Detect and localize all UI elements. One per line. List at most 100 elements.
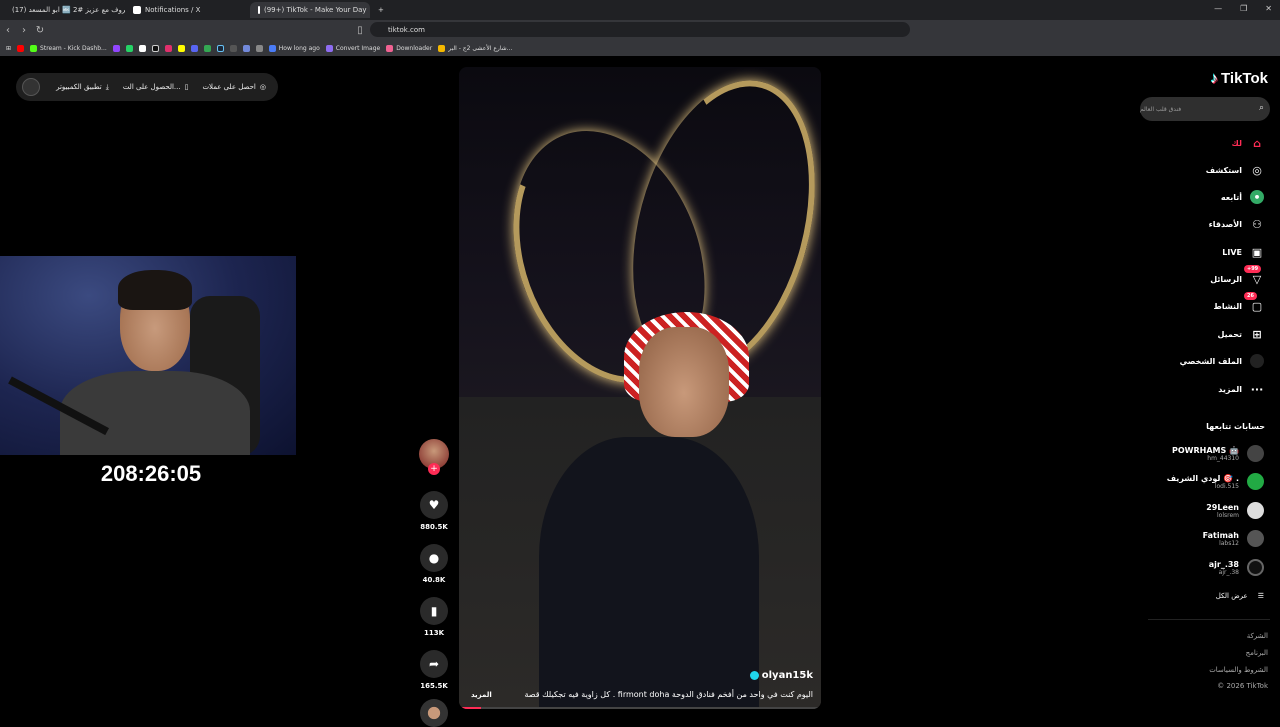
- save-button[interactable]: ▮: [420, 597, 448, 625]
- maximize-icon[interactable]: ❐: [1240, 4, 1247, 13]
- followed-account[interactable]: لودي الشريف 🎯 . lodi.515: [1167, 473, 1264, 490]
- see-all-button[interactable]: عرض الكل ☰: [1216, 592, 1264, 600]
- sidebar-item-following[interactable]: أتابعه •: [1221, 190, 1264, 204]
- phone-icon: ▯: [184, 83, 189, 91]
- footer-program-link[interactable]: البرنامج: [1246, 649, 1268, 657]
- bookmark-item[interactable]: [125, 44, 133, 52]
- music-disc-icon[interactable]: [420, 699, 448, 727]
- new-tab-button[interactable]: +: [370, 2, 392, 18]
- sidebar-item-foryou[interactable]: لك ⌂: [1232, 136, 1264, 150]
- bookmark-item[interactable]: شارع الأعشى 2ج - البر...: [438, 44, 512, 52]
- bookmark-item[interactable]: [242, 44, 250, 52]
- footer-terms-link[interactable]: الشروط والسياسات: [1209, 666, 1268, 674]
- sidebar-item-explore[interactable]: استكشف ◎: [1206, 163, 1264, 177]
- bookmark-item[interactable]: [216, 44, 224, 52]
- comment-button[interactable]: ●: [420, 544, 448, 572]
- avatar[interactable]: [22, 78, 40, 96]
- tiktok-logo[interactable]: ♪ TikTok: [1211, 70, 1268, 87]
- browser-tab[interactable]: (17) حروف مع عزيز #2 🔤 ابو المسعد: [0, 2, 125, 18]
- whatsapp-icon: [125, 44, 133, 52]
- bookmark-item[interactable]: [112, 44, 120, 52]
- drive-icon: [203, 44, 211, 52]
- video-progress-bar[interactable]: [459, 707, 821, 709]
- back-icon[interactable]: ‹: [0, 25, 16, 36]
- divider: [1148, 619, 1270, 620]
- url-input[interactable]: tiktok.com: [370, 22, 910, 37]
- sidebar-item-messages[interactable]: الرسائل ▽ +99: [1210, 265, 1264, 286]
- followed-account[interactable]: 29Leen lolsrem: [1206, 502, 1264, 519]
- footer-company-link[interactable]: الشركة: [1247, 632, 1268, 640]
- bookmark-item[interactable]: [255, 44, 263, 52]
- account-handle: lodi.515: [1214, 482, 1239, 490]
- sidebar-item-live[interactable]: LIVE ▣: [1222, 245, 1264, 259]
- close-window-icon[interactable]: ✕: [1265, 4, 1272, 13]
- author-avatar[interactable]: +: [419, 439, 449, 475]
- list-icon: ☰: [1257, 592, 1264, 600]
- sidebar-item-more[interactable]: المزيد ···: [1218, 382, 1264, 396]
- logo-text: TikTok: [1221, 70, 1268, 87]
- bookmark-item[interactable]: How long ago: [268, 44, 320, 52]
- messages-badge: +99: [1244, 265, 1262, 273]
- follow-plus-icon[interactable]: +: [428, 463, 440, 475]
- get-coins-button[interactable]: احصل على عملات ◎: [202, 83, 266, 91]
- activity-badge: 26: [1244, 292, 1257, 300]
- download-icon: ⤓: [105, 82, 109, 91]
- bookmark-item[interactable]: [177, 44, 185, 52]
- like-button[interactable]: ♥: [420, 491, 448, 519]
- bookmark-item[interactable]: Convert Image: [325, 44, 380, 52]
- stake-icon: [242, 44, 250, 52]
- sidebar-item-activity[interactable]: النشاط ▢ 26: [1214, 292, 1264, 313]
- bookmark-item[interactable]: [138, 44, 146, 52]
- tab-title: (99+) TikTok - Make Your Day: [264, 6, 367, 14]
- bookmark-item[interactable]: [203, 44, 211, 52]
- account-name: ajr_.38: [1208, 559, 1239, 569]
- video-player[interactable]: olyan15k اليوم كنت في واحد من أفخم فنادق…: [459, 67, 821, 709]
- share-button[interactable]: ➦: [420, 650, 448, 678]
- bookmark-item[interactable]: [190, 44, 198, 52]
- bookmark-item[interactable]: [151, 44, 159, 52]
- bookmark-item[interactable]: [229, 44, 237, 52]
- bookmark-item[interactable]: Downloader: [386, 44, 432, 52]
- profile-icon: [1250, 354, 1264, 368]
- share-count: 165.5K: [420, 682, 448, 690]
- compass-icon: ◎: [1252, 163, 1262, 177]
- bookmark-label: How long ago: [278, 44, 320, 52]
- sidebar-item-upload[interactable]: تحميل ⊞: [1217, 327, 1264, 341]
- sidebar-item-profile[interactable]: الملف الشخصي: [1180, 354, 1264, 368]
- desktop-app-button[interactable]: تطبيق الكمبيوتر ⤓: [56, 83, 109, 92]
- get-app-button[interactable]: الحصول على الت... ▯: [123, 83, 189, 91]
- followed-account[interactable]: ajr_.38 ajr_.38: [1209, 559, 1264, 576]
- browser-tab-active[interactable]: (99+) TikTok - Make Your Day ✕: [250, 2, 370, 18]
- sidebar-item-friends[interactable]: الأصدقاء ⚇: [1209, 217, 1264, 231]
- window-controls: — ❐ ✕: [1214, 4, 1272, 13]
- bookmark-item[interactable]: [17, 44, 25, 52]
- activity-icon: ▢ 26: [1244, 292, 1264, 313]
- video-username[interactable]: olyan15k: [749, 670, 813, 681]
- desktop-app-label: تطبيق الكمبيوتر: [56, 83, 102, 91]
- account-handle: lolsrem: [1216, 511, 1239, 519]
- bookmark-item[interactable]: Stream - Kick Dashb...: [30, 44, 107, 52]
- followed-account[interactable]: POWRHAMS 🤖 hm_44310: [1172, 445, 1264, 462]
- apps-icon[interactable]: ⊞: [6, 45, 11, 52]
- account-handle: labs12: [1219, 539, 1239, 547]
- minimize-icon[interactable]: —: [1214, 4, 1222, 13]
- caption-more-link[interactable]: المزيد: [471, 691, 492, 699]
- bookmark-icon[interactable]: ▯: [352, 25, 368, 36]
- discord-icon: [190, 44, 198, 52]
- sidebar-item-label: أتابعه: [1220, 192, 1242, 202]
- sidebar-item-label: LIVE: [1222, 247, 1242, 257]
- followed-account[interactable]: Fatimah labs12: [1203, 530, 1264, 547]
- browser-tab[interactable]: Notifications / X: [125, 2, 250, 18]
- download-icon: [386, 44, 394, 52]
- username-text: olyan15k: [761, 670, 813, 681]
- sidebar-item-label: لك: [1231, 138, 1242, 148]
- upload-icon: ⊞: [1252, 327, 1262, 341]
- search-icon[interactable]: ⌕: [1259, 103, 1264, 113]
- account-name: POWRHAMS 🤖: [1171, 445, 1239, 455]
- reload-icon[interactable]: ↻: [32, 25, 48, 36]
- search-input[interactable]: فندق قلب العالم ⌕: [1140, 97, 1270, 121]
- forward-icon[interactable]: ›: [16, 25, 32, 36]
- sidebar-item-label: تحميل: [1217, 329, 1242, 339]
- search-placeholder: فندق قلب العالم: [1140, 105, 1182, 113]
- bookmark-item[interactable]: [164, 44, 172, 52]
